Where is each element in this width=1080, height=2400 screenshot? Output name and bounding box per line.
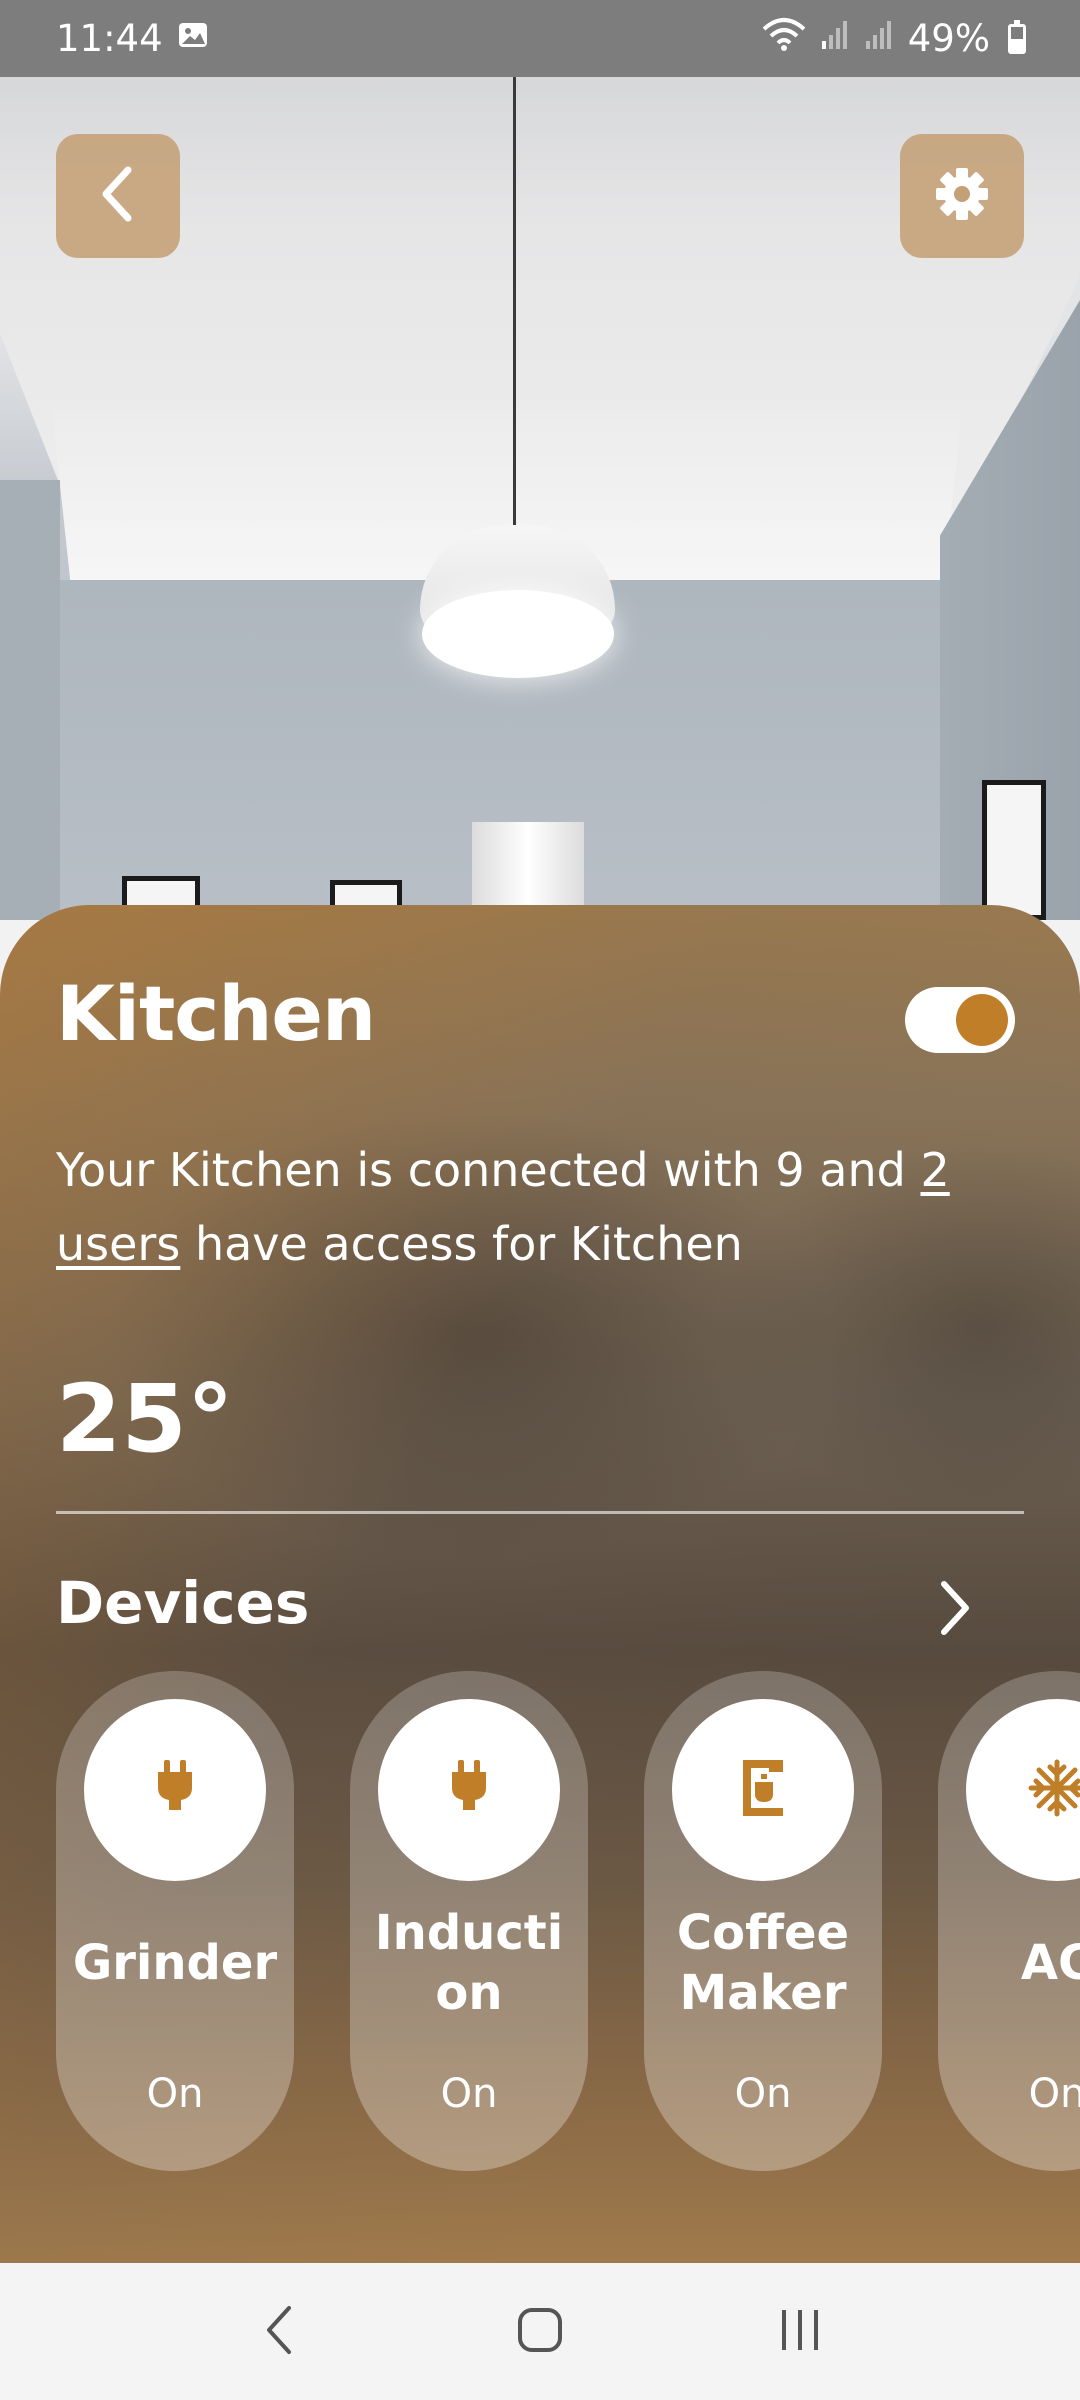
devices-see-all-button[interactable] <box>924 1575 984 1645</box>
room-temperature: 25° <box>56 1365 234 1474</box>
coffee-maker-icon <box>739 1758 787 1822</box>
nav-recents-button[interactable] <box>750 2292 850 2372</box>
wall-frame <box>982 780 1046 920</box>
device-card-coffee-maker[interactable]: Coffee Maker On <box>644 1671 882 2171</box>
device-icon-button[interactable] <box>966 1699 1080 1881</box>
gear-icon <box>932 164 992 228</box>
room-description: Your Kitchen is connected with 9 and 2 u… <box>56 1133 956 1281</box>
room-detail-sheet: Kitchen Your Kitchen is connected with 9… <box>0 905 1080 2263</box>
plug-icon <box>155 1760 195 1820</box>
wifi-icon <box>762 17 806 60</box>
settings-button[interactable] <box>900 134 1024 258</box>
device-status: On <box>440 2071 498 2117</box>
device-name: Inducti on <box>374 1905 564 2021</box>
device-card-ac[interactable]: AC On <box>938 1671 1080 2171</box>
room-title: Kitchen <box>56 969 376 1058</box>
description-text: have access for Kitchen <box>194 1217 743 1271</box>
system-nav-bar <box>0 2263 1080 2400</box>
device-status: On <box>734 2071 792 2117</box>
divider <box>56 1511 1024 1514</box>
status-time: 11:44 <box>56 17 163 60</box>
device-icon-button[interactable] <box>378 1699 560 1881</box>
snowflake-icon <box>1027 1758 1080 1822</box>
device-icon-button[interactable] <box>84 1699 266 1881</box>
battery-percent: 49% <box>907 17 990 60</box>
description-text: Your Kitchen is connected with 9 and <box>56 1143 906 1197</box>
toggle-knob <box>956 994 1008 1046</box>
lamp-cord <box>513 40 516 530</box>
gallery-icon <box>177 17 209 60</box>
back-button[interactable] <box>56 134 180 258</box>
plug-icon <box>449 1760 489 1820</box>
chevron-right-icon <box>934 1578 974 1642</box>
nav-back-button[interactable] <box>230 2292 330 2372</box>
signal-icon <box>864 17 894 60</box>
device-status: On <box>1028 2071 1080 2117</box>
nav-home-button[interactable] <box>490 2292 590 2372</box>
nav-home-icon <box>516 2306 564 2358</box>
chevron-left-icon <box>96 164 140 228</box>
room-power-toggle[interactable] <box>905 987 1015 1053</box>
nav-recents-icon <box>776 2308 824 2356</box>
lamp-light <box>422 590 614 678</box>
device-card-grinder[interactable]: Grinder On <box>56 1671 294 2171</box>
device-card-induction[interactable]: Inducti on On <box>350 1671 588 2171</box>
left-wall <box>0 480 60 920</box>
device-name: Coffee Maker <box>676 1905 850 2021</box>
device-name: AC <box>1020 1935 1080 1991</box>
nav-back-icon <box>263 2304 297 2360</box>
device-name: Grinder <box>72 1935 278 1991</box>
signal-icon <box>820 17 850 60</box>
device-status: On <box>146 2071 204 2117</box>
battery-icon <box>1008 19 1026 54</box>
status-bar: 11:44 49% <box>0 0 1080 77</box>
device-icon-button[interactable] <box>672 1699 854 1881</box>
devices-title: Devices <box>56 1569 310 1637</box>
